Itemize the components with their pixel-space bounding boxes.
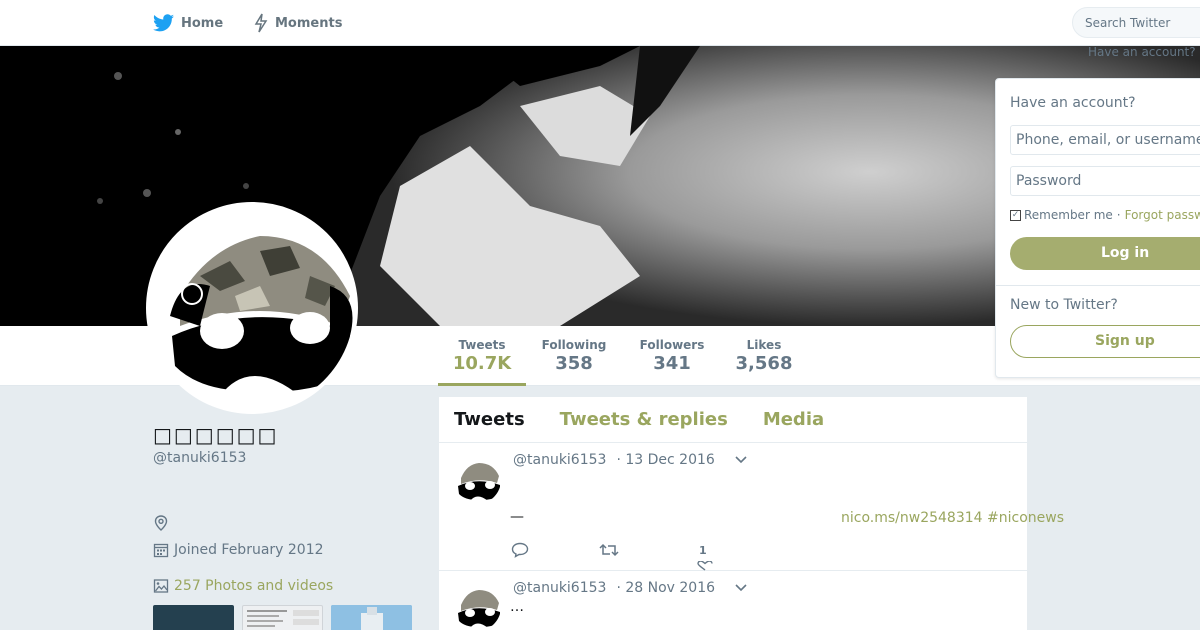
password-field[interactable]: Password xyxy=(1010,166,1200,196)
reply-icon[interactable] xyxy=(511,542,529,558)
chevron-down-icon[interactable] xyxy=(735,456,747,464)
stat-value: 341 xyxy=(653,353,691,374)
chevron-down-icon[interactable] xyxy=(735,584,747,592)
tweet[interactable]: @tanuki6153 · 13 Dec 2016 — nico.ms/nw25… xyxy=(439,443,1064,571)
lightning-icon xyxy=(254,13,268,33)
separator: · xyxy=(1116,208,1121,222)
stat-label: Likes xyxy=(746,338,782,352)
stat-label: Followers xyxy=(639,338,705,352)
calendar-icon xyxy=(153,543,169,558)
top-nav-bar: Home Moments Search Twitter xyxy=(0,0,1200,46)
profile-name[interactable]: □□□□□□ xyxy=(153,423,278,447)
like-count[interactable]: 1 xyxy=(699,544,707,557)
search-input[interactable]: Search Twitter xyxy=(1072,7,1200,38)
photo-thumbnail[interactable] xyxy=(153,605,234,630)
photos-label: 257 Photos and videos xyxy=(174,578,334,594)
tweet-avatar[interactable] xyxy=(453,456,501,504)
stat-followers[interactable]: Followers 341 xyxy=(634,326,710,386)
tweet-avatar[interactable] xyxy=(453,583,501,630)
tweet-header: @tanuki6153 · 13 Dec 2016 xyxy=(513,452,747,468)
stat-value: 3,568 xyxy=(735,353,793,374)
tanuki-avatar-image xyxy=(453,583,501,630)
nav-home[interactable]: Home xyxy=(153,0,223,46)
password-placeholder: Password xyxy=(1016,173,1082,189)
tweet-text: — xyxy=(510,509,524,525)
stat-tweets[interactable]: Tweets 10.7K xyxy=(438,326,526,386)
photo-thumbnail[interactable] xyxy=(242,605,323,630)
forgot-password-link[interactable]: Forgot password? xyxy=(1125,208,1200,222)
timeline-tabs: Tweets Tweets & replies Media xyxy=(439,397,1027,443)
remember-label[interactable]: Remember me xyxy=(1024,208,1113,222)
login-button[interactable]: Log in xyxy=(1010,237,1200,270)
tweet-link[interactable]: nico.ms/nw2548314 #niconews xyxy=(841,510,1064,526)
photo-icon xyxy=(153,579,169,593)
profile-handle[interactable]: @tanuki6153 xyxy=(153,450,246,466)
tanuki-avatar-image xyxy=(150,206,354,410)
thumbnail-image xyxy=(247,610,319,627)
joined-label: Joined February 2012 xyxy=(174,542,324,558)
thumbnail-image xyxy=(331,605,412,630)
location-pin-icon xyxy=(154,515,168,531)
nav-moments[interactable]: Moments xyxy=(254,0,342,46)
stat-likes[interactable]: Likes 3,568 xyxy=(732,326,796,386)
tab-tweets-replies[interactable]: Tweets & replies xyxy=(560,409,728,430)
nav-home-label: Home xyxy=(181,15,224,31)
stat-following[interactable]: Following 358 xyxy=(536,326,612,386)
remember-row: ✓ Remember me · Forgot password? xyxy=(1010,208,1200,222)
stat-value: 10.7K xyxy=(452,353,512,374)
tweet-text: … xyxy=(510,599,524,615)
login-panel: Have an account? Phone, email, or userna… xyxy=(995,78,1200,378)
profile-avatar[interactable] xyxy=(146,202,358,414)
tweet-header: @tanuki6153 · 28 Nov 2016 xyxy=(513,580,747,596)
remember-checkbox[interactable]: ✓ xyxy=(1010,209,1021,221)
tab-tweets[interactable]: Tweets xyxy=(454,409,525,430)
timeline: Tweets Tweets & replies Media @tanuki615… xyxy=(439,397,1064,630)
username-placeholder: Phone, email, or username xyxy=(1016,132,1200,148)
tweet-handle[interactable]: @tanuki6153 xyxy=(513,580,606,596)
new-to-twitter-title: New to Twitter? xyxy=(1010,297,1118,313)
tab-media[interactable]: Media xyxy=(763,409,824,430)
tweet-actions xyxy=(511,542,619,558)
photo-thumbnail[interactable] xyxy=(331,605,412,630)
tweet-date[interactable]: · 13 Dec 2016 xyxy=(616,452,714,468)
stat-label: Tweets xyxy=(458,338,506,352)
photos-link[interactable]: 257 Photos and videos xyxy=(153,578,333,594)
tweet[interactable]: @tanuki6153 · 28 Nov 2016 … xyxy=(439,571,1027,630)
nav-moments-label: Moments xyxy=(275,15,343,31)
divider xyxy=(996,285,1200,286)
signup-button[interactable]: Sign up xyxy=(1010,325,1200,358)
tweet-date[interactable]: · 28 Nov 2016 xyxy=(616,580,715,596)
twitter-bird-icon xyxy=(153,14,174,32)
stat-label: Following xyxy=(541,338,607,352)
login-title: Have an account? xyxy=(1010,95,1136,111)
heart-icon[interactable] xyxy=(697,561,713,571)
joined-date: Joined February 2012 xyxy=(153,542,324,558)
stat-value: 358 xyxy=(555,353,593,374)
tanuki-avatar-image xyxy=(453,456,501,504)
tweet-handle[interactable]: @tanuki6153 xyxy=(513,452,606,468)
username-field[interactable]: Phone, email, or username xyxy=(1010,125,1200,155)
have-account-link[interactable]: Have an account? xyxy=(1088,45,1196,59)
search-placeholder: Search Twitter xyxy=(1085,16,1171,30)
retweet-icon[interactable] xyxy=(599,542,619,558)
